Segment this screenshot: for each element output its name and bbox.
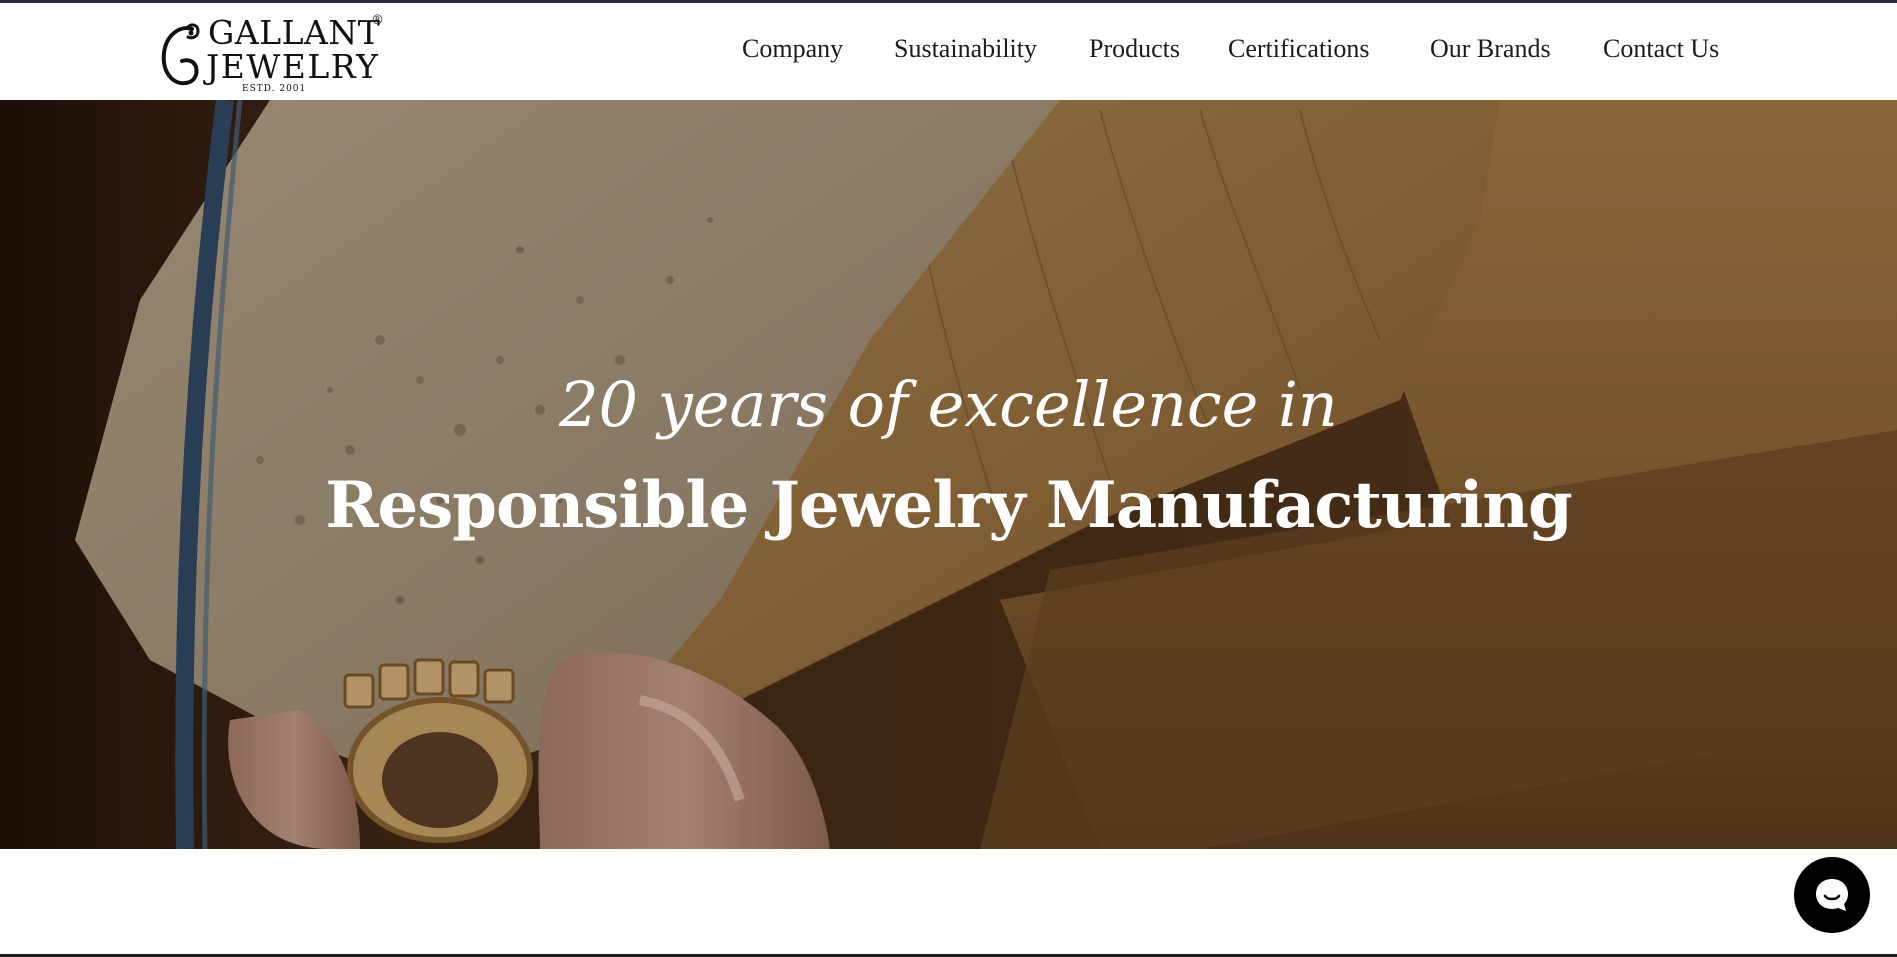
hero-subtitle: 20 years of excellence in bbox=[559, 368, 1338, 441]
nav-item-sustainability[interactable]: Sustainability bbox=[894, 34, 1037, 64]
nav-item-contact-us[interactable]: Contact Us bbox=[1603, 34, 1719, 64]
hero-banner: 20 years of excellence in Responsible Je… bbox=[0, 100, 1897, 849]
nav-item-our-brands[interactable]: Our Brands bbox=[1430, 34, 1551, 64]
main-nav: Company Sustainability Products Certific… bbox=[697, 3, 1897, 100]
nav-item-certifications[interactable]: Certifications bbox=[1228, 34, 1370, 64]
registered-mark: ® bbox=[371, 13, 384, 28]
brand-established: ESTD. 2001 bbox=[242, 84, 307, 94]
logo-emblem-icon bbox=[161, 23, 200, 86]
page: GALLANT ® JEWELRY ESTD. 2001 Company Sus… bbox=[0, 0, 1897, 957]
chat-bubble-icon bbox=[1816, 879, 1848, 911]
site-header: GALLANT ® JEWELRY ESTD. 2001 Company Sus… bbox=[0, 3, 1897, 100]
nav-item-company[interactable]: Company bbox=[742, 34, 843, 64]
hero-title: Responsible Jewelry Manufacturing bbox=[325, 468, 1572, 543]
content-section bbox=[0, 849, 1897, 957]
chat-button[interactable] bbox=[1794, 857, 1870, 933]
nav-item-products[interactable]: Products bbox=[1089, 34, 1180, 64]
brand-logo[interactable]: GALLANT ® JEWELRY ESTD. 2001 bbox=[158, 11, 388, 95]
brand-name-line2: JEWELRY bbox=[206, 47, 380, 86]
